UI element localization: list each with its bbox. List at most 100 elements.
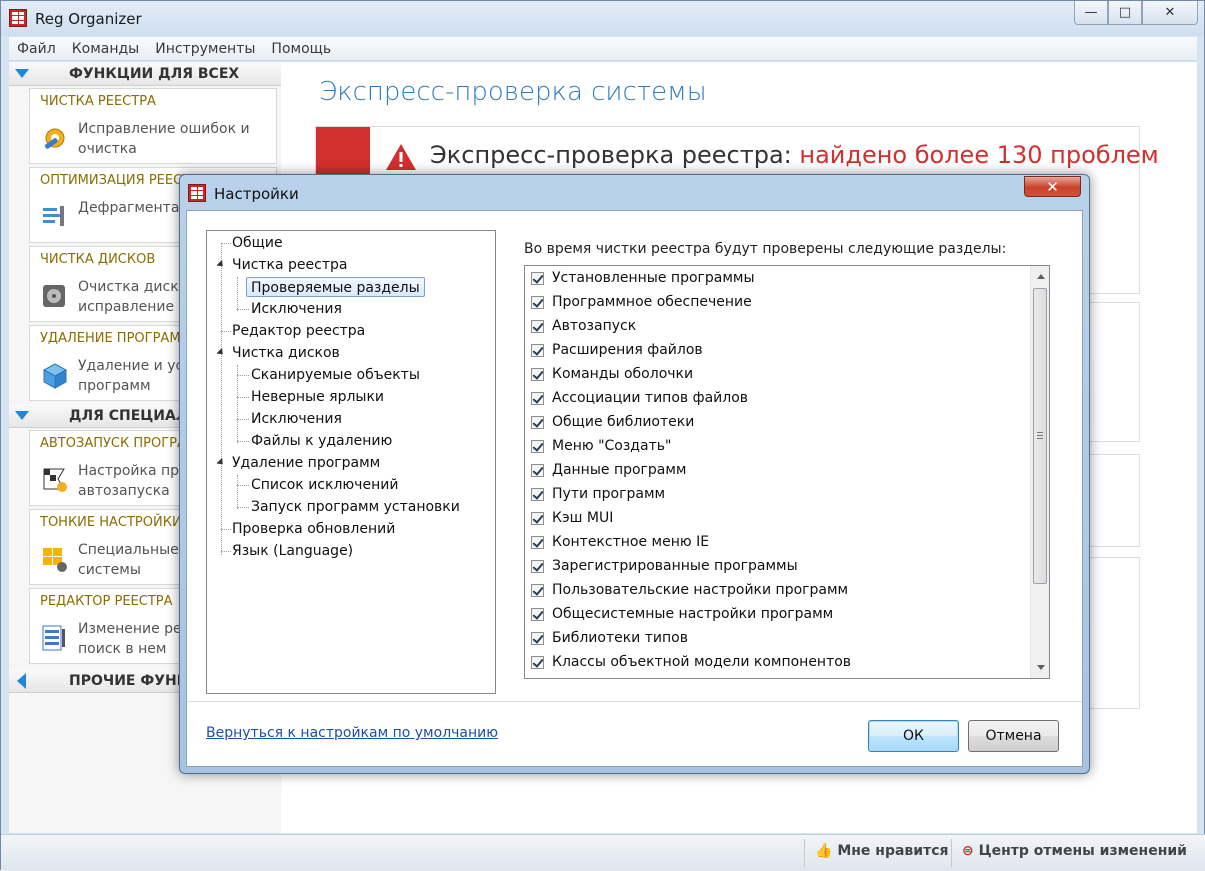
status-separator <box>804 839 805 867</box>
tree-item-invalid-shortcuts[interactable]: Неверные ярлыки <box>251 387 384 407</box>
checkbox[interactable] <box>531 655 544 669</box>
card-registry-clean[interactable]: ЧИСТКА РЕЕСТРА Исправление ошибок и очис… <box>29 88 277 164</box>
checkbox[interactable] <box>531 367 544 381</box>
checkbox[interactable] <box>531 487 544 501</box>
scroll-thumb[interactable] <box>1033 288 1047 584</box>
reg-organizer-logo-icon <box>188 184 206 202</box>
checkbox-row[interactable]: Установленные программы <box>531 267 755 289</box>
checkbox[interactable] <box>531 343 544 357</box>
checkbox[interactable] <box>531 583 544 597</box>
checkbox-row[interactable]: Пути программ <box>531 483 665 505</box>
expand-arrow-icon[interactable] <box>216 259 226 270</box>
maximize-button[interactable]: □ <box>1108 1 1142 25</box>
reset-defaults-link[interactable]: Вернуться к настройкам по умолчанию <box>206 725 498 741</box>
checkbox-row[interactable]: Данные программ <box>531 459 687 481</box>
close-button[interactable]: ✕ <box>1142 1 1198 25</box>
scroll-down-icon[interactable] <box>1037 665 1045 670</box>
checkbox[interactable] <box>531 535 544 549</box>
expand-arrow-icon[interactable] <box>216 347 226 358</box>
panel-secondary-1 <box>1089 302 1140 442</box>
checkbox-row[interactable]: Пользовательские настройки программ <box>531 579 848 601</box>
card-title[interactable]: ТОНКИЕ НАСТРОЙКИ <box>40 515 182 530</box>
tree-item-uninstall[interactable]: Удаление программ <box>232 453 380 473</box>
autorun-icon <box>43 468 67 492</box>
checkbox-row[interactable]: Ассоциации типов файлов <box>531 387 748 409</box>
checkbox[interactable] <box>531 319 544 333</box>
checkbox-row[interactable]: Команды оболочки <box>531 363 693 385</box>
tree-item-files-to-delete[interactable]: Файлы к удалению <box>251 431 392 451</box>
tree-item-language[interactable]: Язык (Language) <box>232 541 353 561</box>
checkbox-row[interactable]: Классы объектной модели компонентов <box>531 651 851 673</box>
tree-guide <box>237 475 238 509</box>
ok-button[interactable]: ОК <box>868 720 959 752</box>
checkbox-row[interactable]: Общесистемные настройки программ <box>531 603 833 625</box>
menu-tools[interactable]: Инструменты <box>147 41 263 57</box>
settings-tree: Общие Чистка реестра Проверяемые разделы… <box>206 230 496 694</box>
undo-center-link[interactable]: ⊜ Центр отмены изменений <box>962 843 1187 859</box>
expand-arrow-icon[interactable] <box>216 457 226 468</box>
tree-item-disk-clean[interactable]: Чистка дисков <box>232 343 340 363</box>
checkbox[interactable] <box>531 295 544 309</box>
tree-item-update-check[interactable]: Проверка обновлений <box>232 519 395 539</box>
tree-item-disk-exclusions[interactable]: Исключения <box>251 409 342 429</box>
card-title[interactable]: РЕДАКТОР РЕЕСТРА <box>40 594 173 609</box>
cancel-button[interactable]: Отмена <box>968 720 1059 752</box>
group-header-everyone[interactable]: ФУНКЦИИ ДЛЯ ВСЕХ <box>9 62 281 86</box>
checklist-scrollbar[interactable] <box>1030 266 1049 678</box>
headline-result[interactable]: найдено более 130 проблем <box>799 141 1158 169</box>
menu-commands[interactable]: Команды <box>64 41 148 57</box>
checkbox[interactable] <box>531 511 544 525</box>
checkbox[interactable] <box>531 559 544 573</box>
checkbox-row[interactable]: Контекстное меню IE <box>531 531 709 553</box>
checkbox-row[interactable]: Автозапуск <box>531 315 636 337</box>
undo-center-icon: ⊜ <box>962 843 974 859</box>
tree-guide <box>237 309 249 310</box>
checkbox[interactable] <box>531 415 544 429</box>
checkbox-row[interactable]: Кэш MUI <box>531 507 613 529</box>
checkbox[interactable] <box>531 631 544 645</box>
like-link[interactable]: 👍 Мне нравится <box>815 843 949 859</box>
window-title: Reg Organizer <box>35 10 142 28</box>
checkbox-label: Контекстное меню IE <box>552 534 710 550</box>
tree-guide <box>237 397 249 398</box>
disk-clean-icon <box>43 285 65 307</box>
scroll-up-icon[interactable] <box>1037 274 1045 279</box>
checkbox[interactable] <box>531 607 544 621</box>
checkbox-label: Пользовательские настройки программ <box>552 582 849 598</box>
checkbox[interactable] <box>531 463 544 477</box>
card-title[interactable]: ЧИСТКА ДИСКОВ <box>40 252 155 267</box>
checkbox-row[interactable]: Меню "Создать" <box>531 435 671 457</box>
dialog-body: Общие Чистка реестра Проверяемые разделы… <box>186 210 1083 767</box>
headline-prefix: Экспресс-проверка реестра: <box>430 141 800 169</box>
tree-item-registry-clean[interactable]: Чистка реестра <box>232 255 347 275</box>
dialog-close-button[interactable]: ✕ <box>1024 176 1081 197</box>
minimize-button[interactable]: — <box>1074 1 1108 25</box>
tree-item-registry-editor[interactable]: Редактор реестра <box>232 321 365 341</box>
checkbox-label: Меню "Создать" <box>552 438 672 454</box>
menu-file[interactable]: Файл <box>9 41 64 57</box>
checkbox-label: Автозапуск <box>552 318 637 334</box>
tree-item-registry-exclusions[interactable]: Исключения <box>251 299 342 319</box>
tree-item-exclusion-list[interactable]: Список исключений <box>251 475 398 495</box>
tree-guide <box>221 243 231 244</box>
checkbox[interactable] <box>531 271 544 285</box>
tree-item-scanned-objects[interactable]: Сканируемые объекты <box>251 365 420 385</box>
tree-item-run-installers[interactable]: Запуск программ установки <box>251 497 460 517</box>
card-title[interactable]: ЧИСТКА РЕЕСТРА <box>40 94 156 109</box>
checkbox-row[interactable]: Программное обеспечение <box>531 291 752 313</box>
tree-guide <box>237 419 249 420</box>
menu-help[interactable]: Помощь <box>263 41 339 57</box>
tree-item-checked-sections[interactable]: Проверяемые разделы <box>246 277 425 297</box>
like-label: Мне нравится <box>837 843 949 859</box>
title-bar: Reg Organizer — □ ✕ <box>1 1 1204 36</box>
checkbox-row[interactable]: Зарегистрированные программы <box>531 555 798 577</box>
sections-checklist: Установленные программы Программное обес… <box>524 265 1050 679</box>
tree-item-general[interactable]: Общие <box>232 233 283 253</box>
tree-guide <box>237 485 249 486</box>
card-title[interactable]: УДАЛЕНИЕ ПРОГРАММ <box>40 331 192 346</box>
checkbox-row[interactable]: Общие библиотеки <box>531 411 694 433</box>
checkbox[interactable] <box>531 391 544 405</box>
checkbox-row[interactable]: Библиотеки типов <box>531 627 688 649</box>
checkbox[interactable] <box>531 439 544 453</box>
checkbox-row[interactable]: Расширения файлов <box>531 339 703 361</box>
